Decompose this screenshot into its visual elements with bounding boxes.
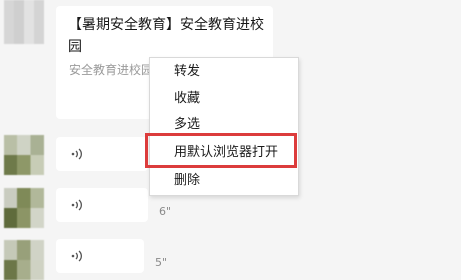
menu-item-forward[interactable]: 转发	[174, 63, 200, 81]
menu-item-favorite[interactable]: 收藏	[174, 90, 200, 108]
voice-duration: 6"	[159, 205, 172, 218]
menu-item-multi-select[interactable]: 多选	[174, 116, 200, 134]
avatar[interactable]	[4, 240, 44, 280]
voice-message[interactable]	[56, 239, 144, 273]
voice-wave-icon	[71, 199, 82, 211]
avatar[interactable]	[4, 135, 44, 175]
voice-duration: 5"	[155, 256, 168, 269]
menu-item-delete[interactable]: 删除	[174, 172, 200, 190]
voice-message[interactable]	[56, 137, 148, 171]
link-card-title: 【暑期安全教育】安全教育进校园	[68, 17, 264, 55]
voice-wave-icon	[71, 250, 82, 262]
voice-wave-icon	[71, 148, 82, 160]
menu-item-open-in-default-browser[interactable]: 用默认浏览器打开	[174, 144, 278, 162]
context-menu: 转发 收藏 多选 用默认浏览器打开 删除	[149, 57, 299, 196]
avatar[interactable]	[4, 188, 44, 228]
avatar[interactable]	[4, 0, 44, 44]
link-card-description: 安全教育进校园	[69, 63, 154, 77]
voice-message[interactable]	[56, 188, 148, 222]
